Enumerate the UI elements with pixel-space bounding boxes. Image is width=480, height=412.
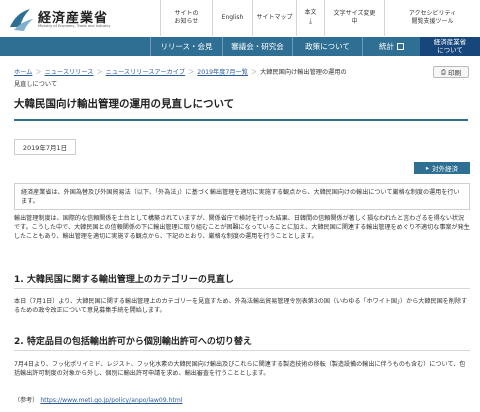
- lead-summary: 経済産業省は、外国為替及び外国貿易法（以下、「外為法」）に基づく輸出管理を適切に…: [14, 183, 470, 210]
- sitemap-link[interactable]: サイトマップ: [252, 0, 296, 36]
- nav-label-policies: 政策について: [305, 42, 350, 51]
- nav-label-statistics: 統計: [379, 42, 394, 51]
- english-link[interactable]: English: [212, 0, 252, 36]
- printer-icon: ⎙: [440, 67, 447, 76]
- nav-label-councils: 審議会・研究会: [231, 42, 284, 51]
- section-heading-1: 1. 大韓民国に関する輸出管理上のカテゴリーの見直し: [14, 272, 470, 289]
- news-label: お知らせ: [174, 18, 199, 25]
- font-size-label: 文字サイズ変更: [333, 9, 376, 17]
- nav-item-policies[interactable]: 政策について: [292, 37, 362, 56]
- accessibility-label: アクセシビリティ: [408, 9, 457, 17]
- reference-label: （参考）: [14, 397, 39, 404]
- breadcrumb-july-list[interactable]: 2019年度7月一覧: [197, 69, 248, 76]
- chevron-right-icon: ＞: [250, 69, 258, 76]
- nav-label-releases: リリース・会見: [160, 42, 213, 51]
- body-paragraph-3: 7月4日より、フッ化ポリイミド、レジスト、フッ化水素の大韓民国向け輸出及びこれら…: [14, 361, 466, 378]
- about-meti-line2: について: [437, 45, 463, 54]
- meti-logo-icon[interactable]: [6, 5, 36, 33]
- sitemap-label: サイトマップ: [256, 13, 293, 21]
- chevron-right-icon: ＞: [188, 69, 195, 76]
- title-divider: [14, 119, 468, 121]
- breadcrumb: ホーム＞ニュースリリース＞ニュースリリースアーカイブ＞ 2019年度7月一覧＞大韓…: [14, 67, 384, 91]
- nav-item-councils[interactable]: 審議会・研究会: [222, 37, 292, 56]
- breadcrumb-news-release[interactable]: ニュースリリース: [45, 69, 94, 76]
- print-button[interactable]: ⎙ 印刷: [433, 66, 469, 78]
- reading-tool-label: 閲覧支援ツール: [411, 18, 454, 25]
- font-size-value[interactable]: 中: [351, 18, 357, 26]
- print-label: 印刷: [448, 69, 462, 77]
- main-text-link[interactable]: 本文 ⤓: [296, 0, 324, 36]
- body-paragraph-2: 本日（7月1日）より、大韓民国に関する輸出管理上のカテゴリーを見直すため、外為法…: [14, 298, 468, 315]
- logo-subtitle: Ministry of Economy, Trade and Industry: [38, 24, 111, 28]
- reference-line: （参考） https://www.meti.go.jp/policy/anpo/…: [14, 395, 182, 404]
- nav-item-releases[interactable]: リリース・会見: [150, 37, 222, 56]
- breadcrumb-archive[interactable]: ニュースリリースアーカイブ: [106, 69, 185, 76]
- site-guide-link[interactable]: サイトの お知らせ: [160, 0, 212, 36]
- breadcrumb-home[interactable]: ホーム: [14, 69, 32, 76]
- breadcrumb-current-cont: 見直しについて: [14, 81, 58, 88]
- window-icon: [397, 43, 404, 50]
- english-label: English: [221, 13, 244, 21]
- site-header: 経済産業省 Ministry of Economy, Trade and Ind…: [0, 0, 480, 37]
- section-heading-2: 2. 特定品目の包括輸出許可から個別輸出許可への切り替え: [14, 334, 470, 351]
- chevron-right-icon: ▸: [425, 164, 430, 172]
- chevron-right-icon: ＞: [35, 69, 42, 76]
- main-nav: リリース・会見 審議会・研究会 政策について 統計: [0, 37, 480, 56]
- breadcrumb-current: 大韓民国向け輸出管理の運用の: [260, 69, 347, 76]
- reference-link[interactable]: https://www.meti.go.jp/policy/anpo/law09…: [40, 397, 182, 404]
- publish-date: 2019年7月1日: [14, 139, 76, 155]
- accessibility-link[interactable]: アクセシビリティ 閲覧支援ツール: [384, 0, 480, 36]
- arrow-down-icon: ⤓: [308, 17, 313, 26]
- category-tag-label: 対外経済: [432, 165, 459, 173]
- font-size-control[interactable]: 文字サイズ変更 中: [324, 0, 384, 36]
- nav-item-statistics[interactable]: 統計: [362, 37, 420, 56]
- category-tag-button[interactable]: ▸ 対外経済: [414, 162, 470, 174]
- page-title: 大韓民国向け輸出管理の運用の見直しについて: [14, 98, 235, 110]
- site-guide-label: サイトの: [174, 9, 199, 17]
- chevron-right-icon: ＞: [96, 69, 103, 76]
- body-paragraph-1: 輸出管理制度は、国際的な信頼関係を土台として構築されていますが、関係省庁で検討を…: [14, 215, 470, 241]
- main-text-label: 本文: [304, 9, 317, 17]
- about-meti-button[interactable]: 経済産業省 について: [420, 37, 480, 56]
